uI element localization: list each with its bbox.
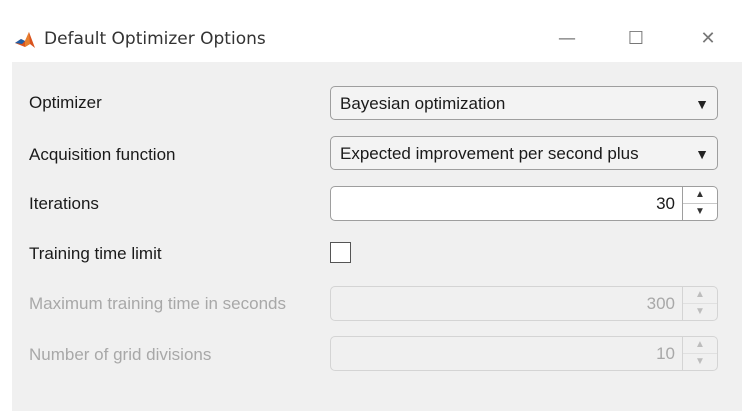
spin-up-icon: ▲ — [695, 339, 705, 350]
iterations-stepper: ▲ ▼ — [682, 187, 717, 220]
max-training-time-value: 300 — [646, 294, 675, 313]
dialog-window: Default Optimizer Options — ☐ ✕ Optimize… — [0, 0, 749, 418]
window-title: Default Optimizer Options — [44, 29, 266, 49]
chevron-down-icon: ▼ — [695, 146, 709, 162]
spin-up-icon: ▲ — [695, 289, 705, 300]
grid-divisions-label: Number of grid divisions — [29, 345, 212, 364]
title-bar[interactable]: Default Optimizer Options — ☐ ✕ — [0, 0, 749, 62]
spin-down-icon: ▼ — [683, 303, 717, 320]
grid-divisions-stepper: ▲ ▼ — [682, 337, 717, 370]
max-training-time-label: Maximum training time in seconds — [29, 294, 286, 313]
spin-up-icon[interactable]: ▲ — [683, 187, 717, 203]
iterations-label: Iterations — [29, 194, 99, 213]
close-button[interactable]: ✕ — [688, 24, 728, 54]
options-panel: Optimizer Bayesian optimization ▼ Acquis… — [12, 62, 742, 411]
matlab-icon — [14, 30, 36, 50]
grid-divisions-value: 10 — [656, 344, 675, 363]
grid-divisions-spinner: 10 ▲ ▼ — [330, 336, 718, 371]
optimizer-dropdown[interactable]: Bayesian optimization ▼ — [330, 86, 718, 120]
acquisition-function-label: Acquisition function — [29, 145, 176, 164]
max-training-time-spinner: 300 ▲ ▼ — [330, 286, 718, 321]
iterations-spinner[interactable]: 30 ▲ ▼ — [330, 186, 718, 221]
training-time-limit-checkbox[interactable] — [330, 242, 351, 263]
training-time-limit-label: Training time limit — [29, 244, 162, 263]
iterations-value[interactable]: 30 — [656, 194, 675, 214]
max-training-time-stepper: ▲ ▼ — [682, 287, 717, 320]
optimizer-label: Optimizer — [29, 93, 102, 112]
optimizer-value: Bayesian optimization — [340, 94, 506, 113]
acquisition-function-dropdown[interactable]: Expected improvement per second plus ▼ — [330, 136, 718, 170]
minimize-button[interactable]: — — [547, 24, 587, 54]
maximize-button[interactable]: ☐ — [616, 24, 656, 54]
spin-down-icon: ▼ — [683, 353, 717, 370]
chevron-down-icon: ▼ — [695, 96, 709, 112]
spin-down-icon[interactable]: ▼ — [683, 203, 717, 220]
acquisition-function-value: Expected improvement per second plus — [340, 144, 639, 163]
